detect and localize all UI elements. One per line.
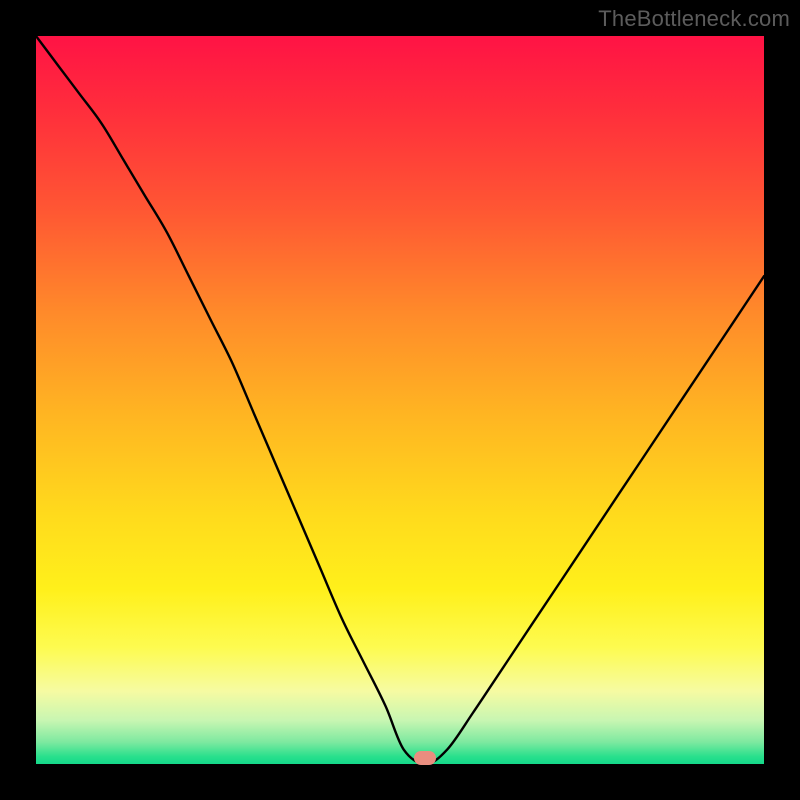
optimum-marker <box>414 751 436 765</box>
chart-frame: TheBottleneck.com <box>0 0 800 800</box>
watermark-text: TheBottleneck.com <box>598 6 790 32</box>
bottleneck-curve <box>36 36 764 764</box>
plot-area <box>36 36 764 764</box>
